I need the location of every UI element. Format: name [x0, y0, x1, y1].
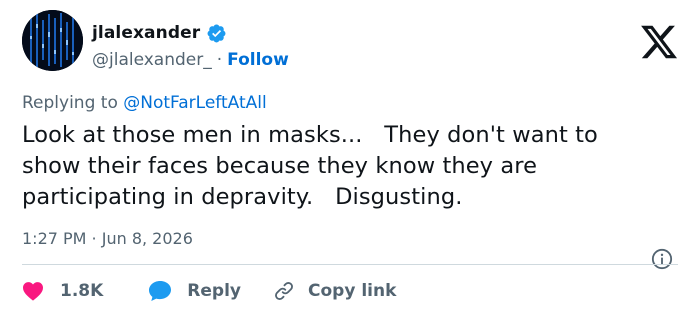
replying-to: Replying to @NotFarLeftAtAll [22, 93, 267, 113]
tweet-text-line: show their faces because they know they … [22, 153, 538, 179]
info-icon[interactable] [651, 248, 673, 270]
tweet-text: Look at those men in masks... They don't… [22, 120, 692, 213]
avatar-image [22, 10, 83, 71]
reply-mention-link[interactable]: @NotFarLeftAtAll [123, 93, 266, 113]
reply-label: Reply [187, 281, 241, 301]
tweet-text-line: Look at those men in masks... They don't… [22, 122, 598, 148]
tweet-text-line: participating in depravity. Disgusting. [22, 184, 463, 210]
heart-icon [23, 282, 43, 301]
separator-dot: · [216, 50, 223, 70]
reply-button[interactable]: Reply [148, 280, 241, 302]
tweet-card: jlalexander @jlalexander_ · Follow Reply… [0, 0, 700, 318]
link-icon [275, 282, 293, 300]
handle-row: @jlalexander_ · Follow [92, 48, 289, 72]
verified-badge-icon [206, 23, 227, 44]
avatar[interactable] [22, 10, 83, 71]
speech-bubble-icon [149, 281, 172, 301]
like-button[interactable]: 1.8K [22, 281, 103, 301]
action-bar: 1.8K Reply Copy link [22, 277, 396, 305]
copy-link-button[interactable]: Copy link [273, 280, 396, 302]
follow-button[interactable]: Follow [227, 50, 289, 70]
like-count: 1.8K [60, 281, 104, 301]
tweet-timestamp[interactable]: 1:27 PM · Jun 8, 2026 [22, 229, 193, 248]
copy-link-label: Copy link [308, 281, 397, 301]
replying-to-label: Replying to [22, 93, 124, 113]
display-name-row: jlalexander [92, 20, 227, 46]
x-logo-icon[interactable] [637, 22, 681, 62]
display-name[interactable]: jlalexander [92, 23, 200, 43]
user-handle[interactable]: @jlalexander_ [92, 50, 212, 70]
divider [22, 264, 678, 265]
